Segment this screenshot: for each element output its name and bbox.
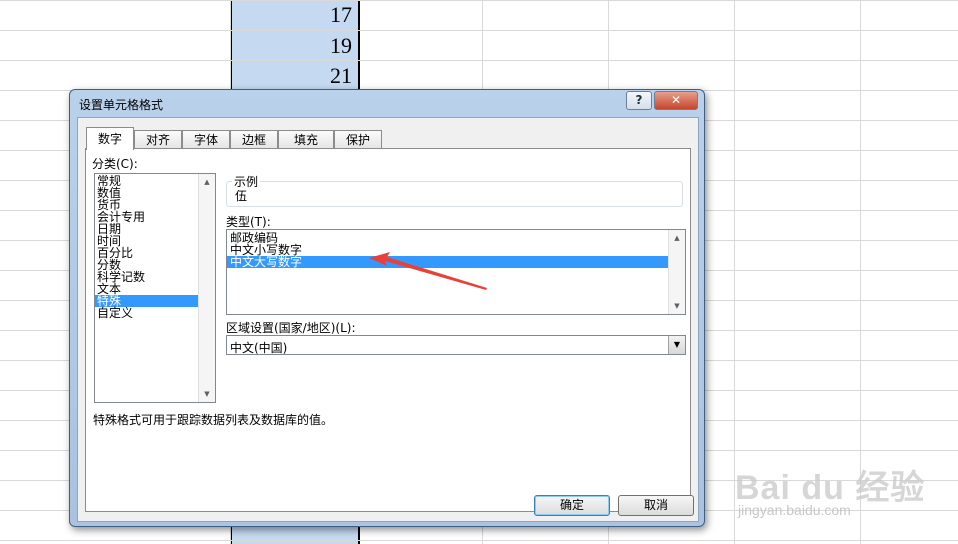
baidu-watermark: Bai du 经验 jingyan.baidu.com [735,446,935,526]
tab-alignment[interactable]: 对齐 [134,130,182,149]
watermark-url: jingyan.baidu.com [738,502,851,518]
dialog-body: 数字 对齐 字体 边框 填充 保护 分类(C): 常规 数值 货币 会计专用 日… [77,117,699,522]
list-item[interactable]: 自定义 [95,307,198,319]
help-icon: ? [635,93,643,107]
locale-dropdown[interactable]: 中文(中国) ▼ [226,335,686,355]
number-tab-panel: 分类(C): 常规 数值 货币 会计专用 日期 时间 百分比 分数 科学记数 文… [85,148,691,512]
ok-button[interactable]: 确定 [534,495,610,516]
tab-protection[interactable]: 保护 [334,130,382,149]
type-list[interactable]: 邮政编码 中文小写数字 中文大写数字 ▲ ▼ [226,229,686,315]
type-label: 类型(T): [226,215,271,229]
category-scrollbar[interactable]: ▲ ▼ [198,174,215,402]
category-label: 分类(C): [92,157,138,171]
format-cells-dialog: 设置单元格格式 ? ✕ 数字 对齐 字体 边框 填充 保护 分类(C): 常规 … [69,89,705,527]
gridline [0,60,958,61]
gridline [0,30,958,31]
dialog-title: 设置单元格格式 [79,98,164,112]
scroll-up-icon[interactable]: ▲ [669,230,685,246]
gridline [0,0,958,1]
category-description: 特殊格式可用于跟踪数据列表及数据库的值。 [93,413,334,427]
locale-label: 区域设置(国家/地区)(L): [226,321,356,335]
cancel-button[interactable]: 取消 [618,495,694,516]
close-icon: ✕ [670,93,682,107]
tab-number[interactable]: 数字 [86,127,134,150]
category-list[interactable]: 常规 数值 货币 会计专用 日期 时间 百分比 分数 科学记数 文本 特殊 自定… [94,173,216,403]
scroll-up-icon[interactable]: ▲ [199,174,215,190]
tab-border[interactable]: 边框 [230,130,278,149]
list-item-selected[interactable]: 中文大写数字 [227,256,668,268]
help-button[interactable]: ? [626,91,652,110]
scroll-down-icon[interactable]: ▼ [199,386,215,402]
type-scrollbar[interactable]: ▲ ▼ [668,230,685,314]
dropdown-arrow-icon[interactable]: ▼ [668,336,685,354]
cell-value[interactable]: 19 [232,31,352,61]
tab-fill[interactable]: 填充 [278,130,334,149]
cell-value[interactable]: 17 [232,0,352,30]
dialog-titlebar[interactable]: 设置单元格格式 ? ✕ [70,90,704,116]
close-button[interactable]: ✕ [654,91,698,110]
locale-value: 中文(中国) [230,341,288,355]
sample-label: 示例 [232,173,261,190]
tab-font[interactable]: 字体 [182,130,230,149]
scroll-down-icon[interactable]: ▼ [669,298,685,314]
sample-group: 伍 [226,181,683,207]
gridline [0,540,958,541]
cell-value[interactable]: 21 [232,61,352,91]
